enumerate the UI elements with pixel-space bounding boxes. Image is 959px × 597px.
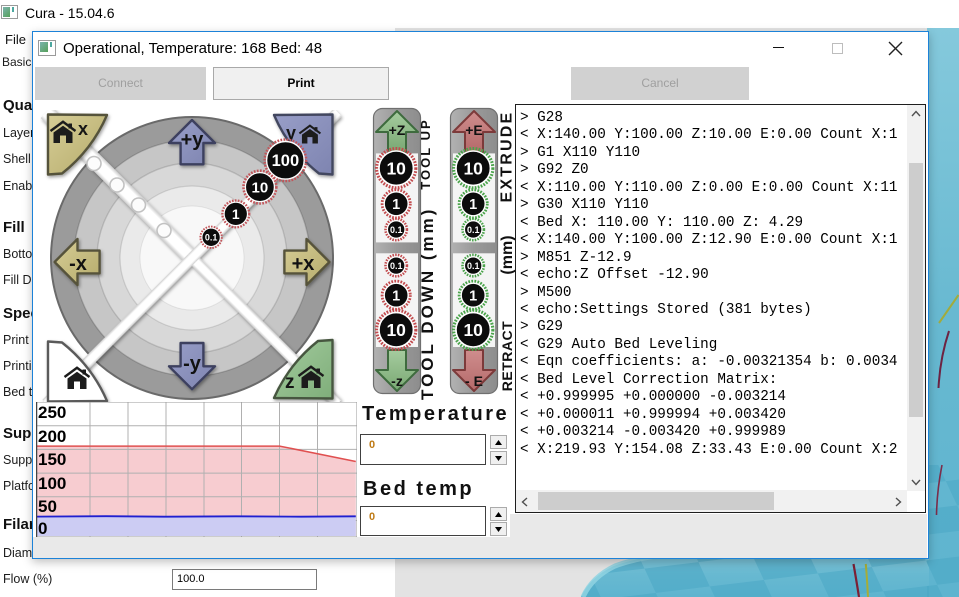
svg-text:50: 50 — [38, 497, 57, 516]
svg-text:0.1: 0.1 — [467, 261, 480, 271]
svg-text:1: 1 — [469, 197, 477, 213]
svg-text:x: x — [78, 119, 88, 139]
svg-text:- E: - E — [465, 373, 483, 389]
svg-text:100: 100 — [272, 152, 300, 170]
svg-text:0.1: 0.1 — [390, 225, 403, 235]
svg-text:200: 200 — [38, 427, 66, 446]
svg-text:z: z — [285, 372, 295, 393]
svg-text:-x: -x — [69, 253, 87, 275]
svg-text:1: 1 — [232, 206, 240, 222]
svg-text:0.1: 0.1 — [390, 261, 403, 271]
svg-text:10: 10 — [252, 180, 269, 197]
svg-text:0: 0 — [38, 519, 47, 537]
svg-text:+E: +E — [465, 122, 483, 138]
svg-text:10: 10 — [386, 320, 406, 340]
svg-text:10: 10 — [463, 159, 483, 179]
svg-text:250: 250 — [38, 403, 66, 422]
svg-text:100: 100 — [38, 474, 66, 493]
svg-text:1: 1 — [469, 288, 477, 304]
svg-text:150: 150 — [38, 450, 66, 469]
svg-text:1: 1 — [392, 288, 400, 304]
svg-text:+y: +y — [181, 129, 205, 151]
svg-text:-y: -y — [183, 353, 202, 375]
svg-text:10: 10 — [386, 159, 406, 179]
svg-text:0.1: 0.1 — [467, 225, 480, 235]
svg-text:10: 10 — [463, 320, 483, 340]
svg-text:+x: +x — [292, 253, 315, 275]
svg-text:1: 1 — [392, 197, 400, 213]
svg-text:-z: -z — [391, 373, 403, 389]
svg-text:0.1: 0.1 — [205, 233, 218, 243]
svg-text:+Z: +Z — [389, 122, 406, 138]
